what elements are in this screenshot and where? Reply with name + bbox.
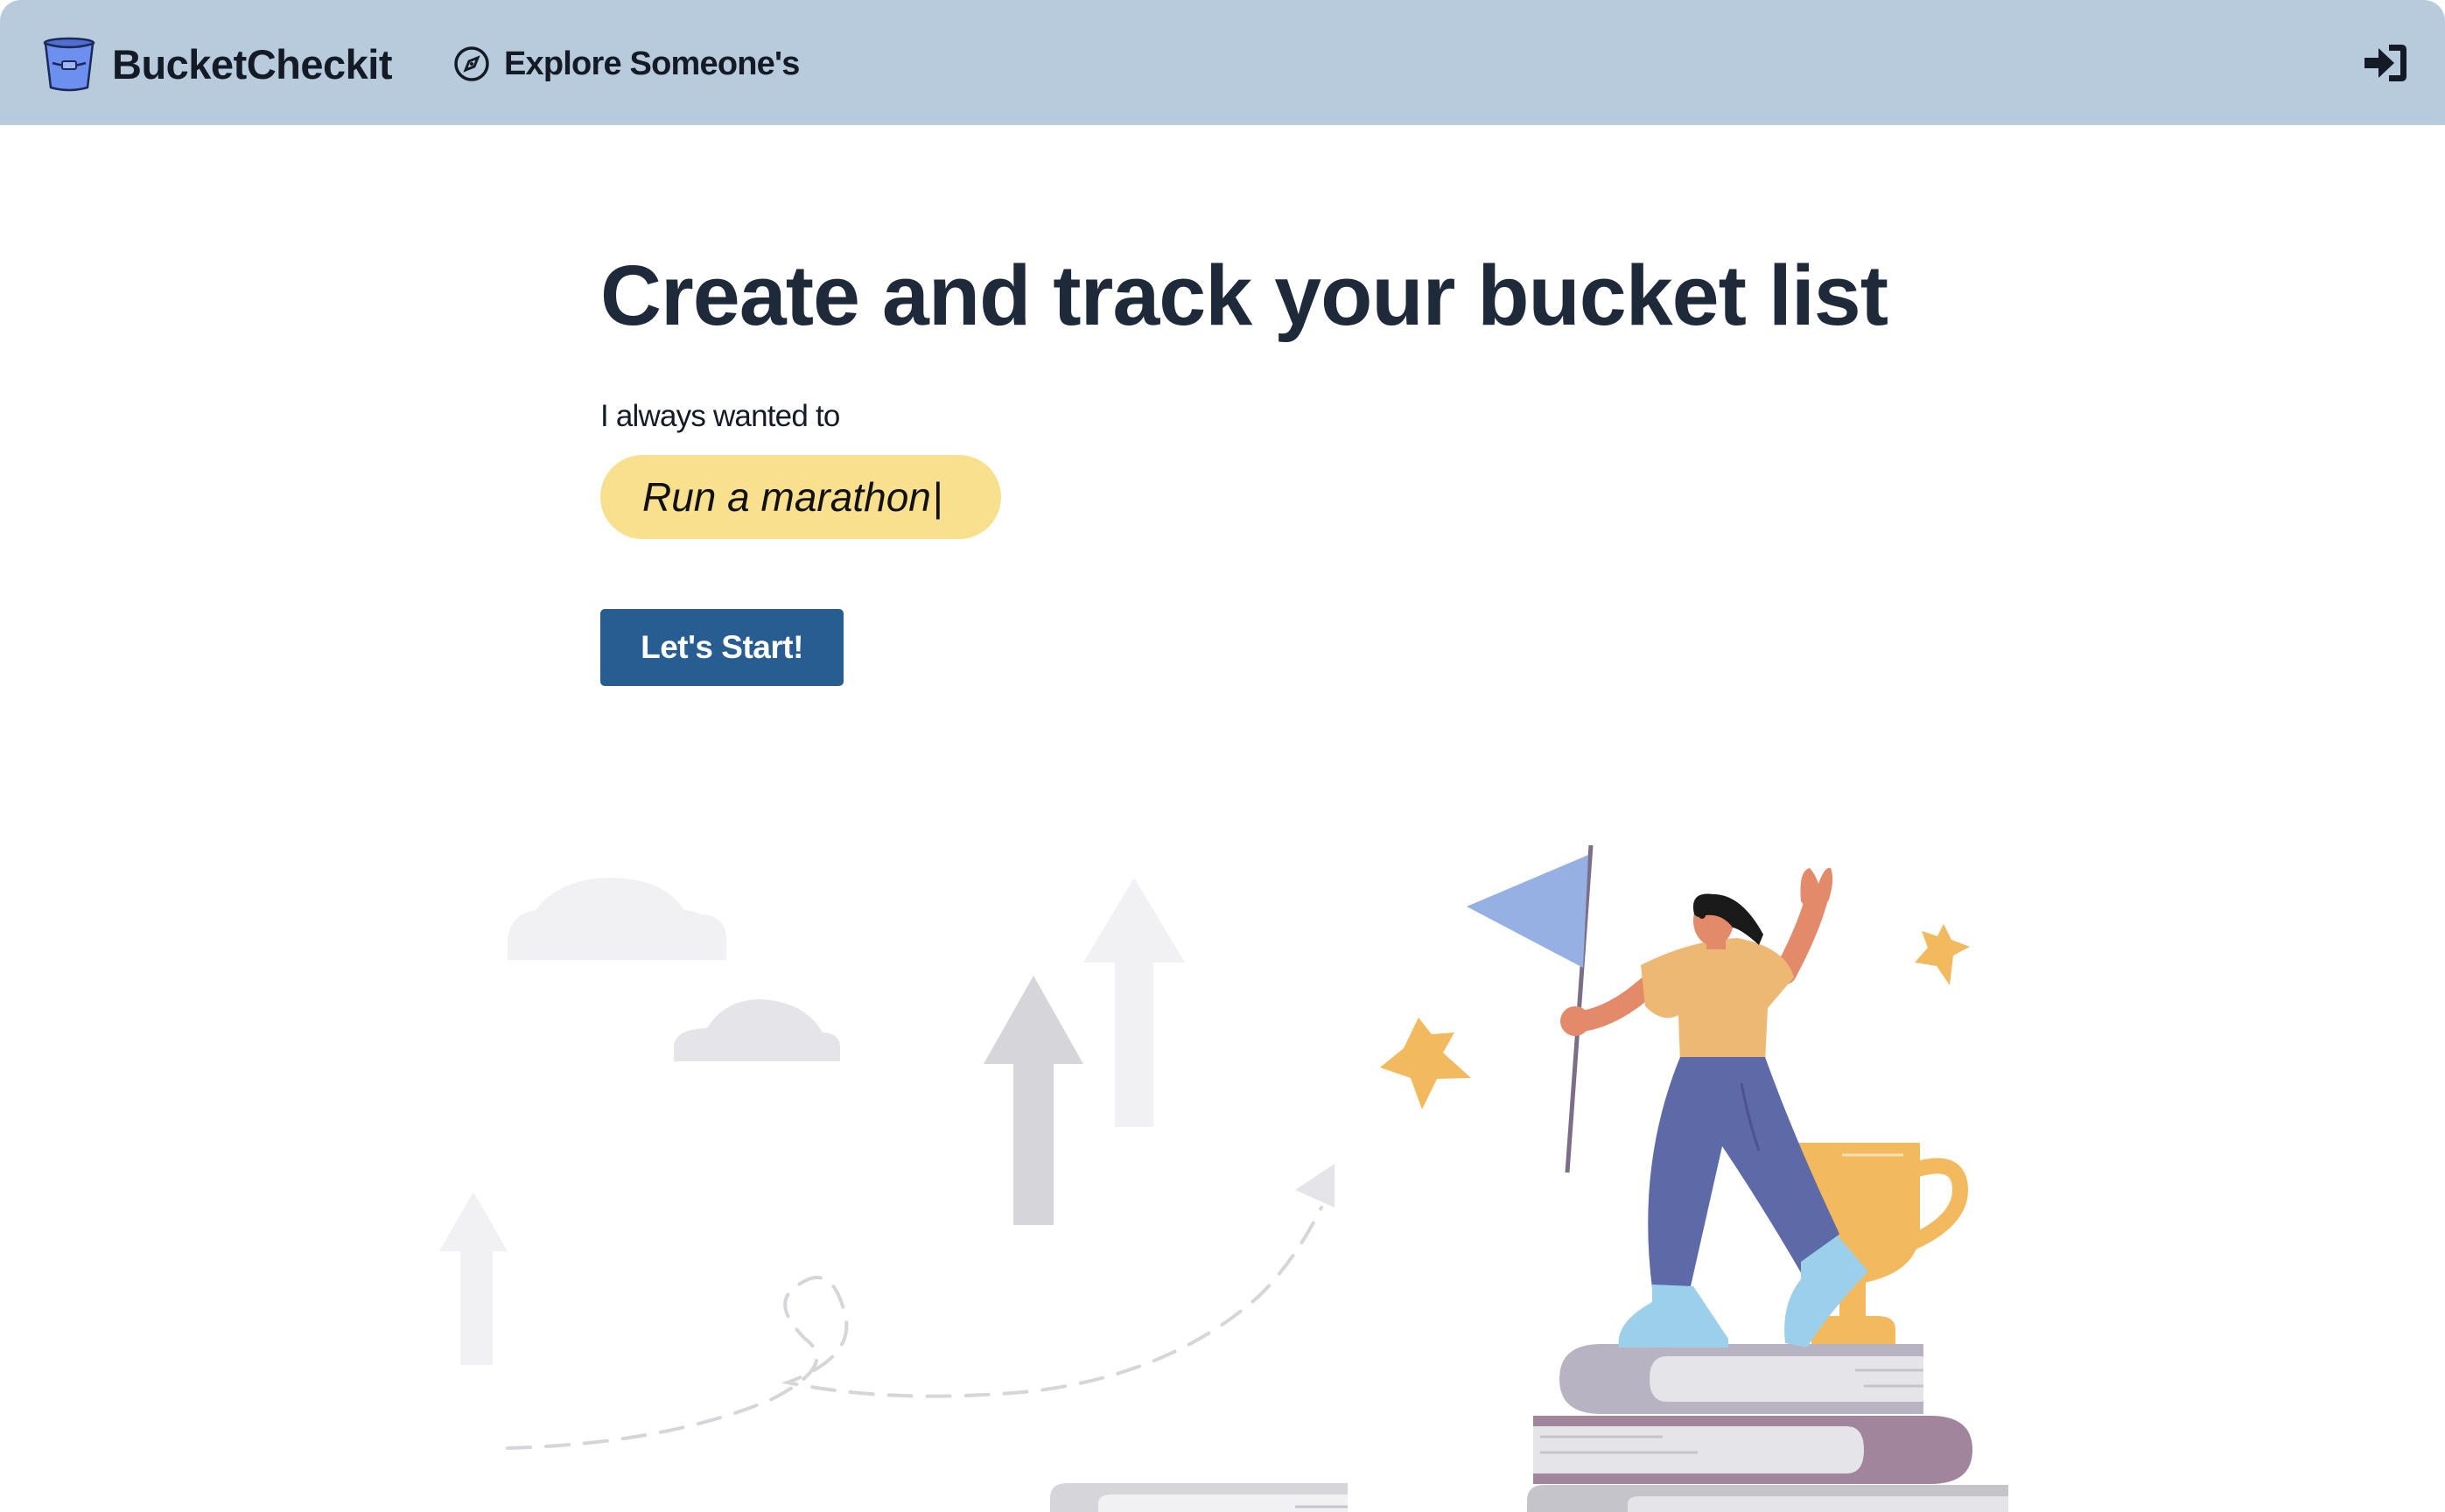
person-illustration (1560, 867, 1868, 1348)
explore-label: Explore Someone's (504, 45, 800, 82)
flag-icon (1467, 844, 1594, 1173)
wish-input[interactable]: Run a marathon | (600, 455, 1001, 539)
sign-in-icon (2364, 45, 2406, 81)
arrow-head-icon (1295, 1164, 1335, 1208)
cloud-icon (674, 999, 840, 1061)
books-stack-icon (1527, 1344, 2008, 1512)
explore-link[interactable]: Explore Someone's (453, 40, 800, 88)
arrow-up-icon (1083, 878, 1185, 1127)
compass-icon (454, 46, 489, 81)
start-button[interactable]: Let's Start! (600, 609, 844, 686)
cloud-icon (508, 878, 726, 960)
wish-prompt-label: I always wanted to (600, 399, 840, 433)
landing-page: BucketCheckit Explore Someone's Create a… (0, 0, 2445, 1512)
star-icon (1380, 1018, 1471, 1110)
arrow-up-icon (984, 976, 1083, 1225)
text-caret: | (932, 474, 943, 520)
brand-link[interactable]: BucketCheckit (40, 33, 393, 94)
arrow-up-icon (439, 1192, 508, 1365)
bucket-icon (43, 37, 95, 92)
hero-illustration (439, 844, 2008, 1512)
dashed-trail (506, 1206, 1323, 1450)
trophy-icon (1785, 1143, 1969, 1344)
sign-in-button[interactable] (2363, 41, 2408, 85)
top-navbar: BucketCheckit Explore Someone's (0, 0, 2445, 125)
brand-name: BucketCheckit (112, 40, 393, 88)
books-icon (1050, 1483, 1348, 1512)
wish-input-value: Run a marathon (642, 474, 931, 520)
star-icon (1915, 924, 1970, 985)
hero-title: Create and track your bucket list (600, 248, 1888, 343)
